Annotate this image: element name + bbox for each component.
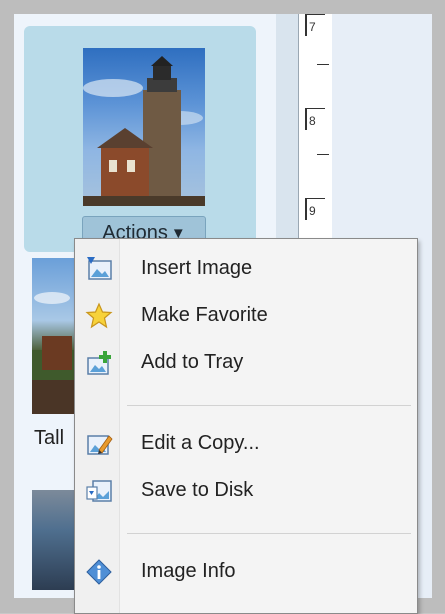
ruler-tick: [305, 108, 325, 109]
menu-item-save-to-disk[interactable]: Save to Disk: [75, 469, 417, 513]
menu-separator: [127, 405, 411, 406]
ruler-tick: [305, 14, 325, 15]
save-to-disk-icon: [85, 477, 113, 505]
insert-image-icon: [85, 255, 113, 283]
ruler-tick: [305, 198, 325, 199]
menu-item-label: Image Info: [141, 560, 236, 582]
ruler-label: 9: [309, 204, 316, 218]
ruler-mark: [305, 14, 307, 36]
menu-item-edit-a-copy[interactable]: Edit a Copy...: [75, 422, 417, 466]
add-to-tray-icon: [85, 349, 113, 377]
menu-item-label: Save to Disk: [141, 479, 254, 501]
menu-item-add-to-tray[interactable]: Add to Tray: [75, 341, 417, 385]
menu-item-image-info[interactable]: Image Info: [75, 550, 417, 594]
ruler-tick: [317, 64, 329, 65]
selected-thumbnail-card[interactable]: Actions ▼: [24, 26, 256, 252]
ruler-tick: [317, 154, 329, 155]
menu-item-label: Add to Tray: [141, 351, 244, 373]
edit-copy-icon: [85, 430, 113, 458]
star-icon: [85, 302, 113, 330]
menu-item-insert-image[interactable]: Insert Image: [75, 247, 417, 291]
ruler-label: 8: [309, 114, 316, 128]
menu-separator: [127, 533, 411, 534]
thumbnail-caption: Tall: [34, 427, 65, 449]
ruler-mark: [305, 198, 307, 220]
ruler-label: 7: [309, 20, 316, 34]
info-icon: [85, 558, 113, 586]
ruler-mark: [305, 108, 307, 130]
menu-item-make-favorite[interactable]: Make Favorite: [75, 294, 417, 338]
menu-item-label: Make Favorite: [141, 304, 268, 326]
menu-item-label: Insert Image: [141, 257, 253, 279]
actions-menu: Insert Image Make Favorite Add to Tray E…: [74, 238, 418, 614]
lighthouse-photo[interactable]: [83, 48, 205, 206]
window-frame: Actions ▼ Tall 7 8 9 Insert Image Make F…: [0, 0, 445, 614]
menu-item-label: Edit a Copy...: [141, 432, 260, 454]
lighthouse-image: [83, 56, 205, 206]
